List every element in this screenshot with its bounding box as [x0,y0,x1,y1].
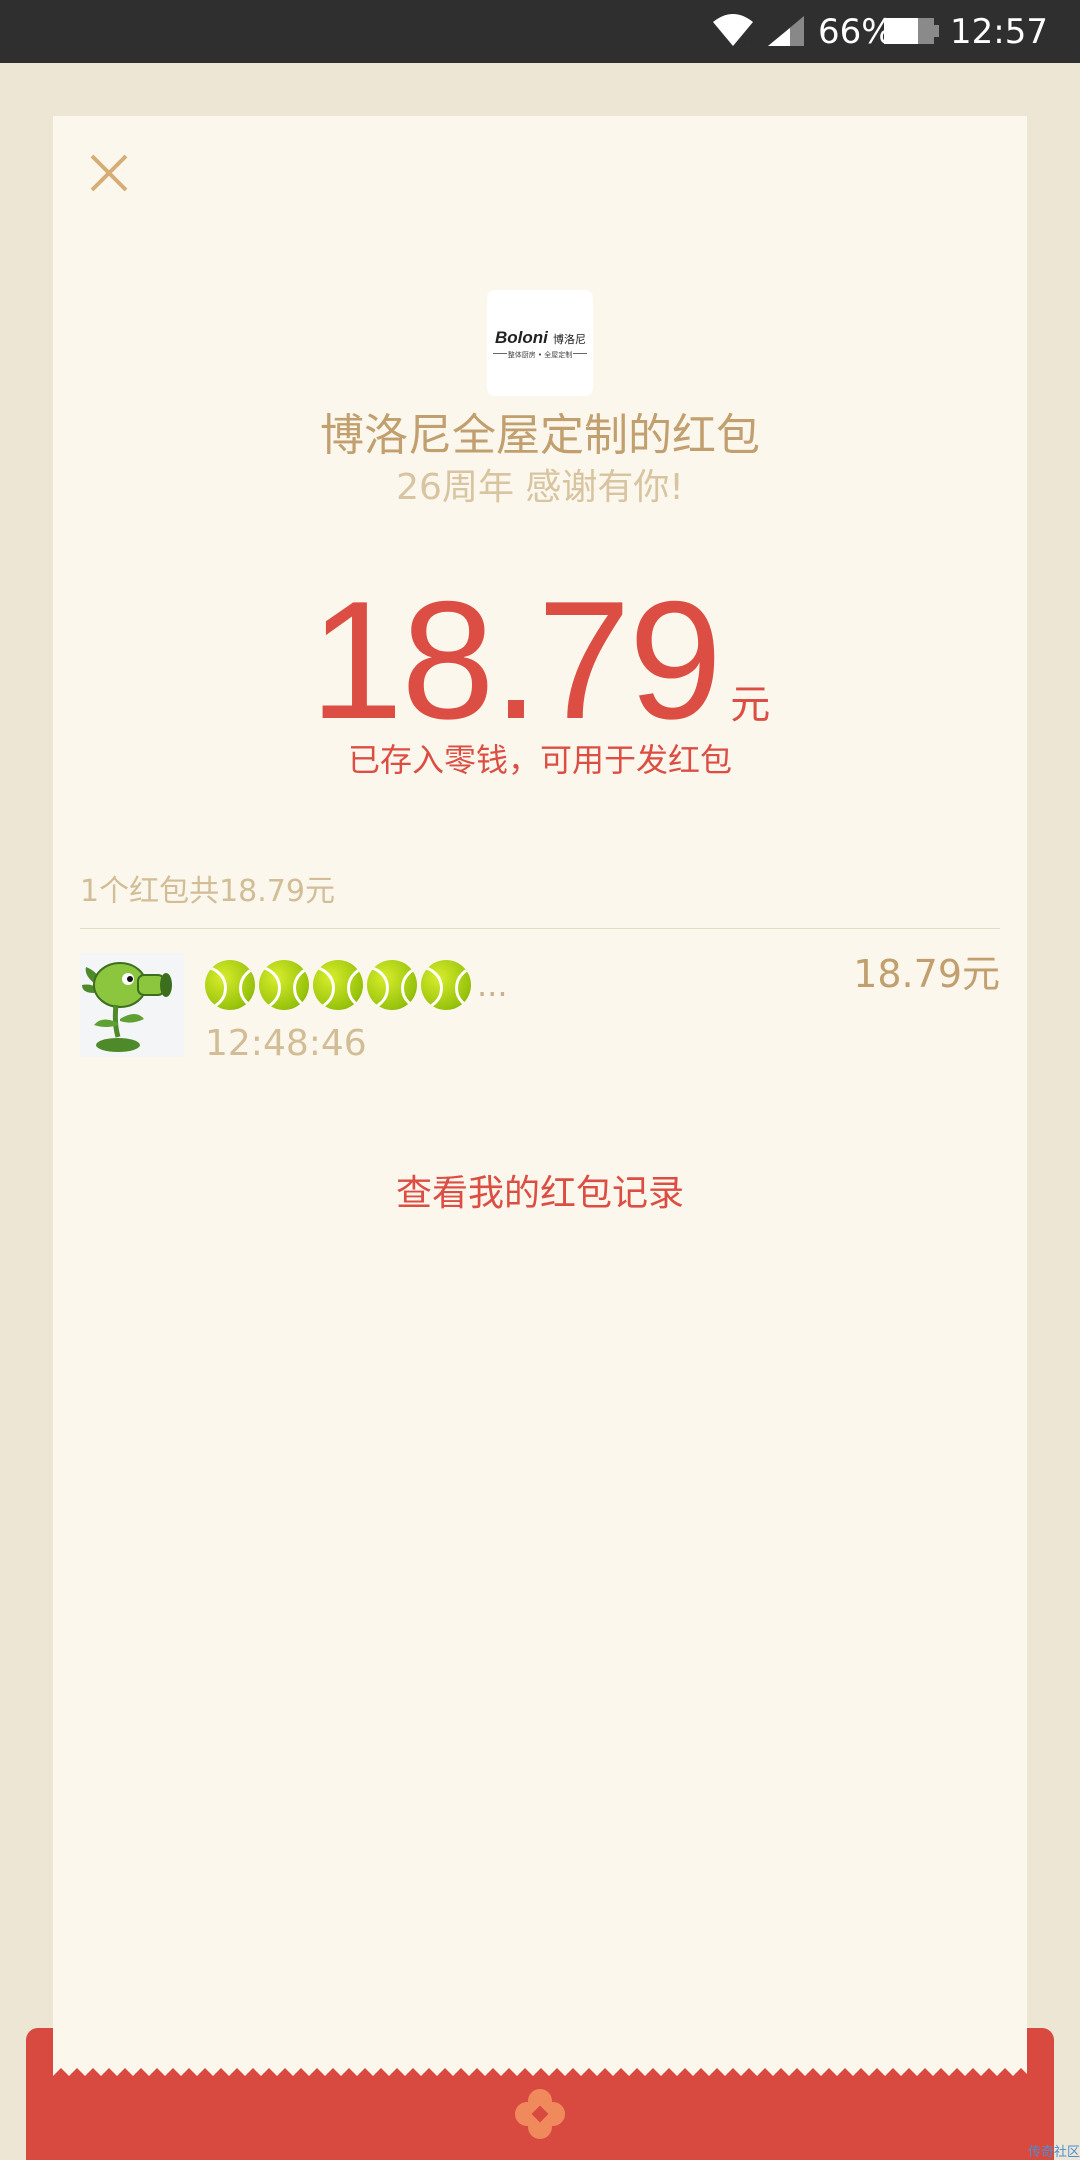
amount-value: 18.79 [309,566,722,754]
amount-note: 已存入零钱，可用于发红包 [347,741,732,779]
sender-name: 博洛尼全屋定制的红包 [320,410,760,461]
tennis-ball-icon [367,960,417,1010]
tennis-ball-icon [421,960,471,1010]
sender-nickname: ... [205,958,508,1012]
packet-summary: 1个红包共18.79元 [80,874,335,909]
tennis-ball-icon [205,960,255,1010]
battery-icon [884,18,939,44]
amount: 18.79 元 [0,570,1080,750]
tennis-ball-icon [313,960,363,1010]
tennis-ball-icon [259,960,309,1010]
logo-tagline: 整体厨房 • 全屋定制 [507,351,573,359]
signal-icon [768,16,804,46]
envelope-emblem-icon [515,2089,565,2139]
logo-wordmark: Boloni [495,328,548,347]
avatar [80,953,184,1057]
wifi-icon: ↑↓ [713,14,754,48]
logo-chinese: 博洛尼 [553,333,586,346]
watermark: 传奇社区 [1027,2145,1080,2160]
sender-logo: Boloni 博洛尼 整体厨房 • 全屋定制 [487,290,593,396]
clock: 12:57 [950,12,1048,52]
greeting-text: 26周年 感谢有你! [396,467,684,508]
nickname-ellipsis: ... [477,966,508,1004]
divider [80,928,1000,929]
view-records-link[interactable]: 查看我的红包记录 [0,1168,1080,1220]
amount-unit: 元 [730,682,771,728]
record-amount: 18.79元 [853,952,1000,996]
record-time: 12:48:46 [205,1023,367,1064]
battery-percent: 66% [818,12,894,52]
status-bar: ↑↓ 66% 12:57 [0,0,1080,63]
svg-text:↑↓: ↑↓ [740,39,754,48]
close-icon[interactable] [82,146,136,200]
